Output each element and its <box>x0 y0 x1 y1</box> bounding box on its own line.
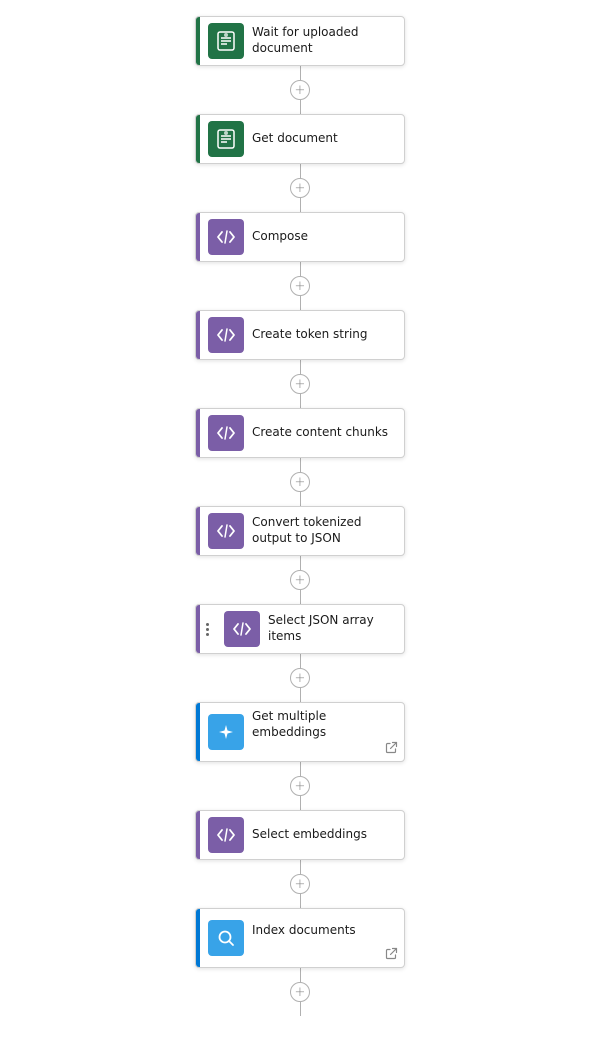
step-card-create-content-chunks[interactable]: Create content chunks <box>195 408 405 458</box>
connector-line <box>300 492 301 506</box>
connector: + <box>285 458 315 506</box>
step-card-select-json-array[interactable]: Select JSON array items <box>195 604 405 654</box>
add-step-button[interactable]: + <box>290 80 310 100</box>
step-label: Index documents <box>252 923 404 953</box>
add-step-button[interactable]: + <box>290 776 310 796</box>
add-step-button[interactable]: + <box>290 276 310 296</box>
add-step-button[interactable]: + <box>290 570 310 590</box>
connector-line <box>300 164 301 178</box>
step-label: Create token string <box>252 327 404 343</box>
flow-container: Wait for uploaded document + Get documen… <box>0 16 600 1016</box>
step-card-compose[interactable]: Compose <box>195 212 405 262</box>
connector-line <box>300 654 301 668</box>
step-icon-doc <box>208 121 244 157</box>
step-icon-code <box>208 817 244 853</box>
step-left-bar <box>196 311 200 359</box>
add-step-button[interactable]: + <box>290 982 310 1002</box>
step-icon-doc <box>208 23 244 59</box>
connector-line <box>300 796 301 810</box>
step-card-select-embeddings[interactable]: Select embeddings <box>195 810 405 860</box>
step-label: Get document <box>252 131 404 147</box>
step-card-get-embeddings[interactable]: Get multiple embeddings <box>195 702 405 762</box>
step-left-bar <box>196 213 200 261</box>
connector: + <box>285 556 315 604</box>
step-link-icon <box>385 741 398 757</box>
step-left-bar <box>196 507 200 555</box>
connector: + <box>285 66 315 114</box>
step-icon-code <box>208 513 244 549</box>
step-dots-indicator <box>200 623 214 636</box>
step-label: Create content chunks <box>252 425 404 441</box>
step-label: Select embeddings <box>252 827 404 843</box>
connector: + <box>285 654 315 702</box>
step-label: Convert tokenized output to JSON <box>252 515 404 546</box>
connector: + <box>285 360 315 408</box>
step-left-bar <box>196 115 200 163</box>
connector-line <box>300 1002 301 1016</box>
step-card-wait-uploaded[interactable]: Wait for uploaded document <box>195 16 405 66</box>
connector-line <box>300 860 301 874</box>
connector-line <box>300 100 301 114</box>
connector: + <box>285 164 315 212</box>
step-card-convert-tokenized[interactable]: Convert tokenized output to JSON <box>195 506 405 556</box>
connector-line <box>300 394 301 408</box>
connector-line <box>300 198 301 212</box>
connector: + <box>285 762 315 810</box>
connector-line <box>300 762 301 776</box>
step-left-bar <box>196 17 200 65</box>
connector-line <box>300 262 301 276</box>
step-left-bar <box>196 409 200 457</box>
connector-line <box>300 296 301 310</box>
add-step-button[interactable]: + <box>290 668 310 688</box>
step-left-bar <box>196 703 200 761</box>
step-label: Get multiple embeddings <box>252 709 404 754</box>
step-icon-code <box>208 219 244 255</box>
add-step-button[interactable]: + <box>290 874 310 894</box>
step-icon-ai <box>208 714 244 750</box>
connector-line <box>300 556 301 570</box>
add-step-button[interactable]: + <box>290 374 310 394</box>
step-label: Select JSON array items <box>268 613 404 644</box>
step-icon-code <box>208 317 244 353</box>
step-card-get-document[interactable]: Get document <box>195 114 405 164</box>
connector: + <box>285 262 315 310</box>
connector-line <box>300 458 301 472</box>
connector-line <box>300 968 301 982</box>
step-left-bar <box>196 909 200 967</box>
step-link-icon <box>385 947 398 963</box>
connector: + <box>285 860 315 908</box>
step-label: Compose <box>252 229 404 245</box>
step-card-index-documents[interactable]: Index documents <box>195 908 405 968</box>
step-icon-code <box>224 611 260 647</box>
step-card-create-token-string[interactable]: Create token string <box>195 310 405 360</box>
step-icon-code <box>208 415 244 451</box>
add-step-button[interactable]: + <box>290 472 310 492</box>
connector-line <box>300 360 301 374</box>
connector-line <box>300 66 301 80</box>
connector-line <box>300 688 301 702</box>
step-icon-search <box>208 920 244 956</box>
connector-line <box>300 590 301 604</box>
connector: + <box>285 968 315 1016</box>
connector-line <box>300 894 301 908</box>
step-label: Wait for uploaded document <box>252 25 404 56</box>
step-left-bar <box>196 811 200 859</box>
add-step-button[interactable]: + <box>290 178 310 198</box>
